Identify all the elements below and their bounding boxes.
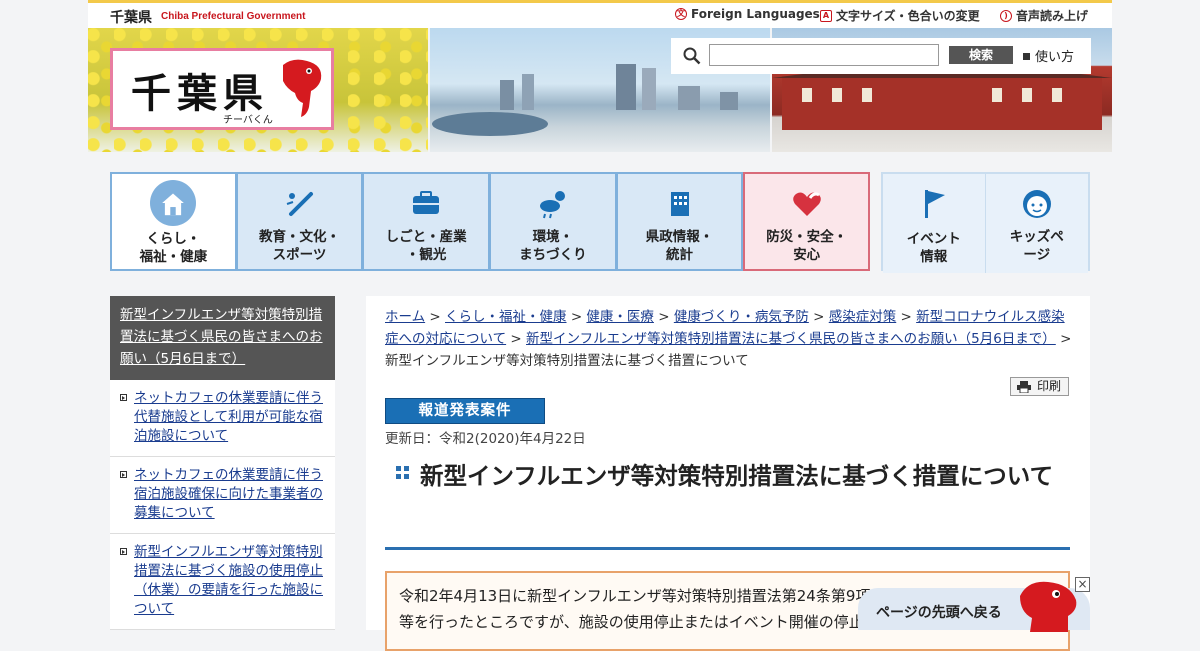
font-size-icon: A xyxy=(820,9,832,22)
briefcase-icon xyxy=(413,191,440,214)
kids-icon xyxy=(1022,190,1051,218)
nav-label: 環境・ まちづくり xyxy=(519,229,587,263)
sidebar-item-netcafe-lodging-recruit[interactable]: ネットカフェの休業要請に伴う宿泊施設確保に向けた事業者の募集について xyxy=(110,457,335,534)
breadcrumb-link[interactable]: 感染症対策 xyxy=(829,309,897,325)
breadcrumb-current: 新型インフルエンザ等対策特別措置法に基づく措置について xyxy=(385,353,749,369)
nav-item-events[interactable]: イベント 情報 xyxy=(883,174,986,273)
header-banner: 千葉県 チーバくん 検索 使い方 xyxy=(88,28,1112,152)
sidebar-item-netcafe-alt-lodging[interactable]: ネットカフェの休業要請に伴う代替施設として利用が可能な宿泊施設について xyxy=(110,380,335,457)
printer-icon xyxy=(1017,381,1031,393)
close-icon[interactable]: × xyxy=(1075,577,1090,592)
sidebar-heading[interactable]: 新型インフルエンザ等対策特別措置法に基づく県民の皆さまへのお願い（5月6日まで） xyxy=(110,296,335,380)
globe-icon: 文 xyxy=(675,8,687,20)
nav-item-government-statistics[interactable]: 県政情報・ 統計 xyxy=(616,172,744,271)
weather-icon xyxy=(539,191,565,219)
foreign-languages-link[interactable]: 文 Foreign Languages xyxy=(675,7,820,21)
nav-item-education-culture-sports[interactable]: 教育・文化・ スポーツ xyxy=(236,172,364,271)
global-nav: くらし・ 福祉・健康 教育・文化・ スポーツ しごと・産業 ・観光 環境・ まち… xyxy=(110,172,871,271)
brand-name: 千葉県 xyxy=(110,10,152,26)
flag-icon xyxy=(924,190,945,218)
nav-item-kids-page[interactable]: キッズペ ージ xyxy=(985,174,1088,273)
title-divider xyxy=(385,547,1070,550)
title-marker-icon xyxy=(396,466,409,479)
nav-label: イベント 情報 xyxy=(906,231,961,265)
nav-label: 県政情報・ 統計 xyxy=(645,229,714,263)
breadcrumb: ホーム > くらし・福祉・健康 > 健康・医療 > 健康づくり・病気予防 > 感… xyxy=(385,309,1072,369)
sports-icon xyxy=(286,192,313,216)
rapeseed-flowers-image: 千葉県 チーバくん xyxy=(88,28,428,152)
sidebar: 新型インフルエンザ等対策特別措置法に基づく県民の皆さまへのお願い（5月6日まで）… xyxy=(110,296,335,630)
search-help-link[interactable]: 使い方 xyxy=(1023,46,1074,65)
nav-item-work-industry-tourism[interactable]: しごと・産業 ・観光 xyxy=(363,172,491,271)
press-release-badge: 報道発表案件 xyxy=(385,398,545,424)
house-icon xyxy=(150,180,197,226)
nav-item-disaster-safety[interactable]: 防災・安全・ 安心 xyxy=(743,172,871,271)
search-bar: 検索 使い方 xyxy=(671,38,1091,74)
speaker-icon: ) xyxy=(1000,9,1012,22)
breadcrumb-link[interactable]: 健康づくり・病気予防 xyxy=(674,309,809,325)
breadcrumb-link[interactable]: 新型インフルエンザ等対策特別措置法に基づく県民の皆さまへのお願い（5月6日まで） xyxy=(526,331,1056,347)
read-aloud-link[interactable]: ) 音声読み上げ xyxy=(1000,7,1088,24)
secondary-nav: イベント 情報 キッズペ ージ xyxy=(881,172,1090,273)
back-to-top-label: ページの先頭へ戻る xyxy=(876,605,1002,621)
page-title: 新型インフルエンザ等対策特別措置法に基づく措置について xyxy=(420,462,1054,490)
search-button[interactable]: 検索 xyxy=(949,46,1013,64)
nav-label: しごと・産業 ・観光 xyxy=(385,229,467,263)
search-input[interactable] xyxy=(709,44,939,66)
back-to-top-button[interactable]: ページの先頭へ戻る xyxy=(858,581,1090,632)
heart-icon xyxy=(792,192,821,216)
nav-item-living-welfare-health[interactable]: くらし・ 福祉・健康 xyxy=(110,172,237,271)
main-content: ホーム > くらし・福祉・健康 > 健康・医療 > 健康づくり・病気予防 > 感… xyxy=(366,296,1090,651)
site-logo[interactable]: 千葉県 チーバくん xyxy=(110,48,334,130)
text-size-color-link[interactable]: A 文字サイズ・色合いの変更 xyxy=(820,7,980,24)
sidebar-item-facility-closure-request[interactable]: 新型インフルエンザ等対策特別措置法に基づく施設の使用停止（休業）の要請を行った施… xyxy=(110,534,335,630)
brand-name-en: Chiba Prefectural Government xyxy=(161,11,306,22)
breadcrumb-link[interactable]: くらし・福祉・健康 xyxy=(445,309,567,325)
nav-label: くらし・ 福祉・健康 xyxy=(139,231,208,265)
breadcrumb-link[interactable]: ホーム xyxy=(385,309,425,325)
logo-sub: チーバくん xyxy=(223,115,273,126)
updated-date: 更新日：令和2(2020)年4月22日 xyxy=(385,431,586,447)
print-button[interactable]: 印刷 xyxy=(1010,377,1069,396)
chiba-kun-icon xyxy=(283,59,322,117)
search-icon xyxy=(683,47,701,65)
top-utility-bar: 千葉県 Chiba Prefectural Government 文 Forei… xyxy=(88,0,1112,28)
building-icon xyxy=(670,192,689,216)
nav-label: 教育・文化・ スポーツ xyxy=(259,229,340,263)
breadcrumb-link[interactable]: 健康・医療 xyxy=(586,309,654,325)
nav-label: キッズペ ージ xyxy=(1009,229,1064,263)
nav-label: 防災・安全・ 安心 xyxy=(766,229,848,263)
nav-item-environment-town[interactable]: 環境・ まちづくり xyxy=(490,172,617,271)
